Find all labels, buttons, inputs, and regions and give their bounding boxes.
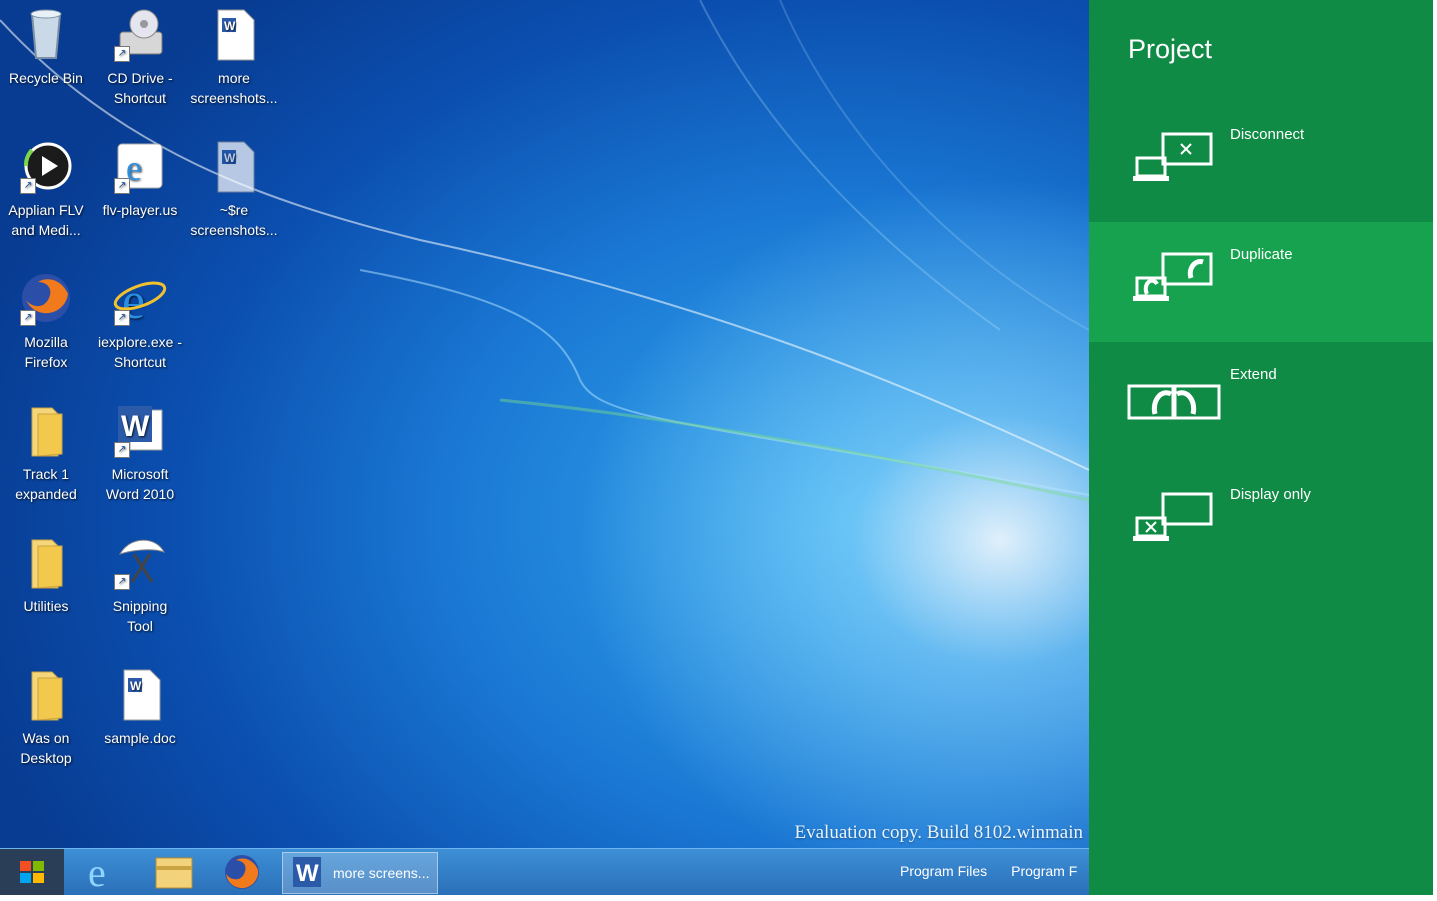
taskbar-file-explorer[interactable] <box>142 852 206 892</box>
word-document-icon: W <box>112 666 168 722</box>
desktop-icon-track-1-expanded[interactable]: Track 1 expanded <box>0 398 92 504</box>
svg-text:e: e <box>88 852 106 892</box>
shortcut-arrow-icon: ↗ <box>114 442 130 458</box>
desktop-icon-iexplore-shortcut[interactable]: e ↗ iexplore.exe - Shortcut <box>94 266 186 372</box>
taskbar-firefox[interactable] <box>210 852 274 892</box>
project-pane: Project Disconnect Duplicate Extend Disp… <box>1089 0 1433 895</box>
desktop-icon-sre-screenshots[interactable]: W ~$re screenshots... <box>188 134 280 240</box>
shortcut-arrow-icon: ↗ <box>114 574 130 590</box>
project-option-extend[interactable]: Extend <box>1089 342 1433 462</box>
firefox-icon <box>225 855 259 889</box>
play-media-icon: ↗ <box>18 138 74 194</box>
desktop-icon-snipping-tool[interactable]: ↗ Snipping Tool <box>94 530 186 636</box>
folder-icon <box>18 402 74 458</box>
desktop-icon-mozilla-firefox[interactable]: ↗ Mozilla Firefox <box>0 266 92 372</box>
internet-explorer-icon: e ↗ <box>112 138 168 194</box>
project-option-duplicate[interactable]: Duplicate <box>1089 222 1433 342</box>
disconnect-icon <box>1127 120 1217 195</box>
desktop-icon-word-2010[interactable]: W ↗ Microsoft Word 2010 <box>94 398 186 504</box>
internet-explorer-icon: e ↗ <box>112 270 168 330</box>
extend-icon <box>1127 360 1227 435</box>
recycle-bin-icon <box>18 6 74 62</box>
svg-text:W: W <box>224 19 236 33</box>
start-button[interactable] <box>0 849 64 896</box>
project-option-disconnect[interactable]: Disconnect <box>1089 102 1433 222</box>
screenshot-border-bottom <box>0 895 1437 899</box>
desktop-icon-more-screenshots[interactable]: W more screenshots... <box>188 2 280 108</box>
taskbar-word-window[interactable]: W more screens... <box>282 852 438 894</box>
cd-drive-icon: ↗ <box>112 6 168 62</box>
project-option-display-only[interactable]: Display only <box>1089 462 1433 582</box>
snipping-tool-icon: ↗ <box>112 534 168 590</box>
word-document-icon: W <box>206 138 262 194</box>
folder-icon <box>18 666 74 722</box>
desktop-icon-recycle-bin[interactable]: Recycle Bin <box>0 2 92 88</box>
desktop-icon-was-on-desktop[interactable]: Was on Desktop <box>0 662 92 768</box>
desktop[interactable]: Recycle Bin ↗ CD Drive - Shortcut W more… <box>0 0 1089 848</box>
toolbar-link-program-files-2[interactable]: Program F <box>1011 863 1077 879</box>
duplicate-icon <box>1127 240 1217 315</box>
shortcut-arrow-icon: ↗ <box>20 178 36 194</box>
screenshot-border <box>1433 0 1437 899</box>
word-document-icon: W <box>206 6 262 62</box>
desktop-icon-flv-player[interactable]: e ↗ flv-player.us <box>94 134 186 220</box>
windows-logo-icon <box>20 861 44 883</box>
shortcut-arrow-icon: ↗ <box>20 310 36 326</box>
firefox-icon: ↗ <box>18 270 74 326</box>
display-only-icon <box>1127 480 1217 555</box>
taskbar: e W more screens... Program Files Program… <box>0 848 1089 896</box>
desktop-icon-applian-flv[interactable]: ↗ Applian FLV and Medi... <box>0 134 92 240</box>
folder-icon <box>155 857 193 889</box>
svg-text:W: W <box>224 151 236 165</box>
toolbar-link-program-files[interactable]: Program Files <box>900 863 987 879</box>
internet-explorer-icon: e <box>88 850 106 895</box>
evaluation-watermark: Evaluation copy. Build 8102.winmain <box>794 822 1083 843</box>
taskbar-word-label: more screens... <box>333 865 430 881</box>
svg-text:W: W <box>130 679 142 693</box>
taskbar-toolbar: Program Files Program F <box>900 863 1101 879</box>
svg-text:W: W <box>121 410 150 443</box>
project-pane-title: Project <box>1128 34 1213 64</box>
folder-icon <box>18 534 74 590</box>
shortcut-arrow-icon: ↗ <box>114 310 130 326</box>
taskbar-internet-explorer[interactable]: e <box>72 850 136 895</box>
shortcut-arrow-icon: ↗ <box>114 178 130 194</box>
desktop-icon-utilities[interactable]: Utilities <box>0 530 92 616</box>
word-icon: W ↗ <box>112 402 168 458</box>
shortcut-arrow-icon: ↗ <box>114 46 130 62</box>
svg-text:W: W <box>296 860 319 887</box>
word-icon: W <box>293 857 321 887</box>
desktop-icon-sample-doc[interactable]: W sample.doc <box>94 662 186 748</box>
desktop-icon-cd-drive[interactable]: ↗ CD Drive - Shortcut <box>94 2 186 108</box>
